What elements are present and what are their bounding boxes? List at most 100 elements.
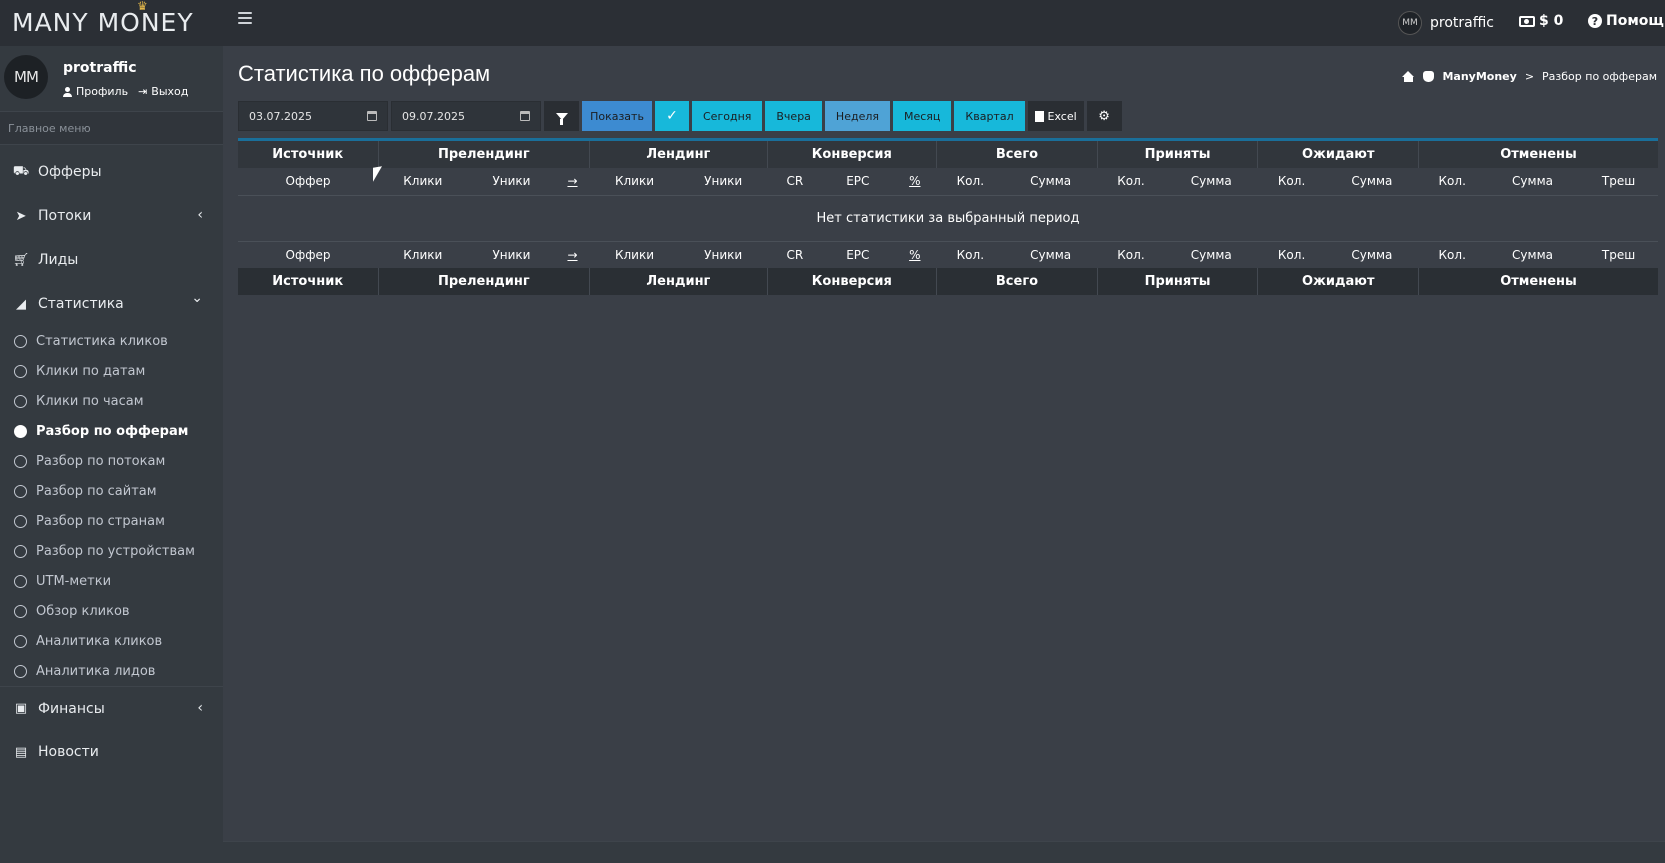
sub-col-uniques[interactable]: Уники — [679, 168, 767, 195]
sub-col-clicks[interactable]: Клики — [378, 241, 468, 268]
sub-col-trash[interactable]: Треш — [1579, 168, 1658, 195]
today-button[interactable]: Сегодня — [692, 101, 763, 131]
sidebar-item-label: Новости — [38, 744, 99, 760]
sub-col-sum[interactable]: Сумма — [1164, 241, 1258, 268]
sub-col-clicks[interactable]: Клики — [378, 168, 468, 195]
yesterday-button[interactable]: Вчера — [765, 101, 822, 131]
submenu-clicks-overview[interactable]: Обзор кликов — [0, 596, 223, 626]
submenu-click-stats[interactable]: Статистика кликов — [0, 326, 223, 356]
settings-button[interactable]: ⚙ — [1086, 101, 1122, 131]
sidebar-item-news[interactable]: ▤ Новости — [0, 730, 223, 774]
date-to-input[interactable]: 09.07.2025 — [391, 101, 541, 131]
submenu-utm[interactable]: UTM-метки — [0, 566, 223, 596]
sub-col-trash[interactable]: Треш — [1579, 241, 1658, 268]
sub-col-clicks[interactable]: Клики — [589, 241, 680, 268]
submenu-label: Клики по датам — [36, 363, 146, 379]
excel-button[interactable]: Excel — [1027, 101, 1084, 131]
sub-col-uniques[interactable]: Уники — [467, 241, 556, 268]
balance[interactable]: $ 0 — [1519, 13, 1563, 29]
submenu-by-offers[interactable]: Разбор по офферам — [0, 416, 223, 446]
col-cancelled: Отменены — [1418, 268, 1658, 295]
sub-col-sum[interactable]: Сумма — [1164, 168, 1258, 195]
main-content: Статистика по офферам ManyMoney > Разбор… — [223, 46, 1665, 863]
date-from-value: 03.07.2025 — [249, 109, 312, 123]
breadcrumb-root[interactable]: ManyMoney — [1442, 70, 1516, 83]
date-from-input[interactable]: 03.07.2025 — [238, 101, 388, 131]
calendar-icon[interactable] — [520, 111, 530, 121]
logout-link[interactable]: ⇥ Выход — [138, 85, 188, 98]
sub-col-count[interactable]: Кол. — [1097, 241, 1165, 268]
sub-col-count[interactable]: Кол. — [936, 241, 1005, 268]
sub-col-count[interactable]: Кол. — [1418, 168, 1486, 195]
sub-col-uniques[interactable]: Уники — [467, 168, 556, 195]
sub-col-cr[interactable]: CR — [767, 241, 823, 268]
submenu-by-devices[interactable]: Разбор по устройствам — [0, 536, 223, 566]
submenu-by-countries[interactable]: Разбор по странам — [0, 506, 223, 536]
sub-col-epc[interactable]: EPC — [822, 168, 893, 195]
menu-toggle-icon[interactable] — [238, 12, 252, 26]
sub-col-arrow[interactable]: → — [555, 241, 590, 268]
sub-col-count[interactable]: Кол. — [1418, 241, 1486, 268]
sub-col-cr[interactable]: CR — [767, 168, 823, 195]
submenu-label: Разбор по устройствам — [36, 543, 195, 559]
submenu-leads-analytics[interactable]: Аналитика лидов — [0, 656, 223, 686]
navbar-username: protraffic — [1430, 15, 1494, 31]
filter-button[interactable] — [544, 101, 579, 131]
sub-col-count[interactable]: Кол. — [1097, 168, 1165, 195]
breadcrumb-current: Разбор по офферам — [1542, 70, 1657, 83]
quarter-button[interactable]: Квартал — [954, 101, 1025, 131]
sidebar-item-statistics[interactable]: ◢ Статистика ⌄ — [0, 282, 223, 326]
sub-col-sum[interactable]: Сумма — [1004, 241, 1098, 268]
sub-col-sum[interactable]: Сумма — [1325, 241, 1419, 268]
sub-col-offer[interactable]: Оффер — [238, 168, 378, 195]
sidebar-item-offers[interactable]: ⛟ Офферы — [0, 150, 223, 194]
sub-col-arrow[interactable]: → — [555, 168, 590, 195]
sub-col-count[interactable]: Кол. — [936, 168, 1005, 195]
sub-col-sum[interactable]: Сумма — [1325, 168, 1419, 195]
sidebar-item-leads[interactable]: 🛒︎ Лиды — [0, 238, 223, 282]
sub-col-uniques[interactable]: Уники — [679, 241, 767, 268]
submenu-label: Аналитика лидов — [36, 663, 156, 679]
sub-col-count[interactable]: Кол. — [1257, 168, 1326, 195]
sub-col-sum[interactable]: Сумма — [1485, 241, 1580, 268]
calendar-icon[interactable] — [367, 111, 377, 121]
submenu-by-sites[interactable]: Разбор по сайтам — [0, 476, 223, 506]
col-accepted: Приняты — [1097, 141, 1259, 168]
submenu-clicks-by-hour[interactable]: Клики по часам — [0, 386, 223, 416]
check-button[interactable]: ✓ — [655, 101, 689, 131]
col-source: Источник — [238, 268, 379, 295]
home-icon[interactable] — [1402, 71, 1415, 82]
sub-col-percent[interactable]: % — [892, 168, 937, 195]
cart-icon: 🛒︎ — [12, 252, 30, 268]
sidebar-item-streams[interactable]: ➤ Потоки ‹ — [0, 194, 223, 238]
main-menu: ⛟ Офферы ➤ Потоки ‹ 🛒︎ Лиды ◢ Статистика… — [0, 150, 223, 774]
user-avatar: MM — [4, 55, 48, 99]
week-button[interactable]: Неделя — [824, 101, 890, 131]
circle-icon — [14, 454, 27, 468]
help-link[interactable]: ? Помощь — [1588, 13, 1665, 29]
sub-col-sum[interactable]: Сумма — [1485, 168, 1580, 195]
submenu-clicks-analytics[interactable]: Аналитика кликов — [0, 626, 223, 656]
col-pending: Ожидают — [1257, 268, 1420, 295]
app-logo[interactable]: ♛ MANY MONEY — [12, 0, 212, 37]
basket-icon: ⛟ — [12, 163, 30, 179]
chevron-down-icon: ⌄ — [191, 290, 203, 306]
submenu-clicks-by-date[interactable]: Клики по датам — [0, 356, 223, 386]
sub-col-offer[interactable]: Оффер — [238, 241, 378, 268]
sub-col-count[interactable]: Кол. — [1257, 241, 1326, 268]
page-footer — [223, 841, 1665, 863]
sidebar-item-label: Статистика — [38, 296, 124, 312]
sidebar-item-finance[interactable]: ▣ Финансы ‹ — [0, 686, 223, 730]
money-bill-icon: ▣ — [14, 701, 28, 716]
profile-link[interactable]: Профиль — [63, 85, 128, 98]
show-button[interactable]: Показать — [582, 101, 652, 131]
navbar-user[interactable]: MM protraffic — [1398, 11, 1494, 35]
sub-col-clicks[interactable]: Клики — [589, 168, 680, 195]
month-button[interactable]: Месяц — [892, 101, 952, 131]
sub-col-percent[interactable]: % — [892, 241, 937, 268]
sub-col-sum[interactable]: Сумма — [1004, 168, 1098, 195]
submenu-by-streams[interactable]: Разбор по потокам — [0, 446, 223, 476]
sub-col-epc[interactable]: EPC — [822, 241, 893, 268]
submenu-label: Обзор кликов — [36, 603, 130, 619]
col-conversion: Конверсия — [767, 268, 938, 295]
